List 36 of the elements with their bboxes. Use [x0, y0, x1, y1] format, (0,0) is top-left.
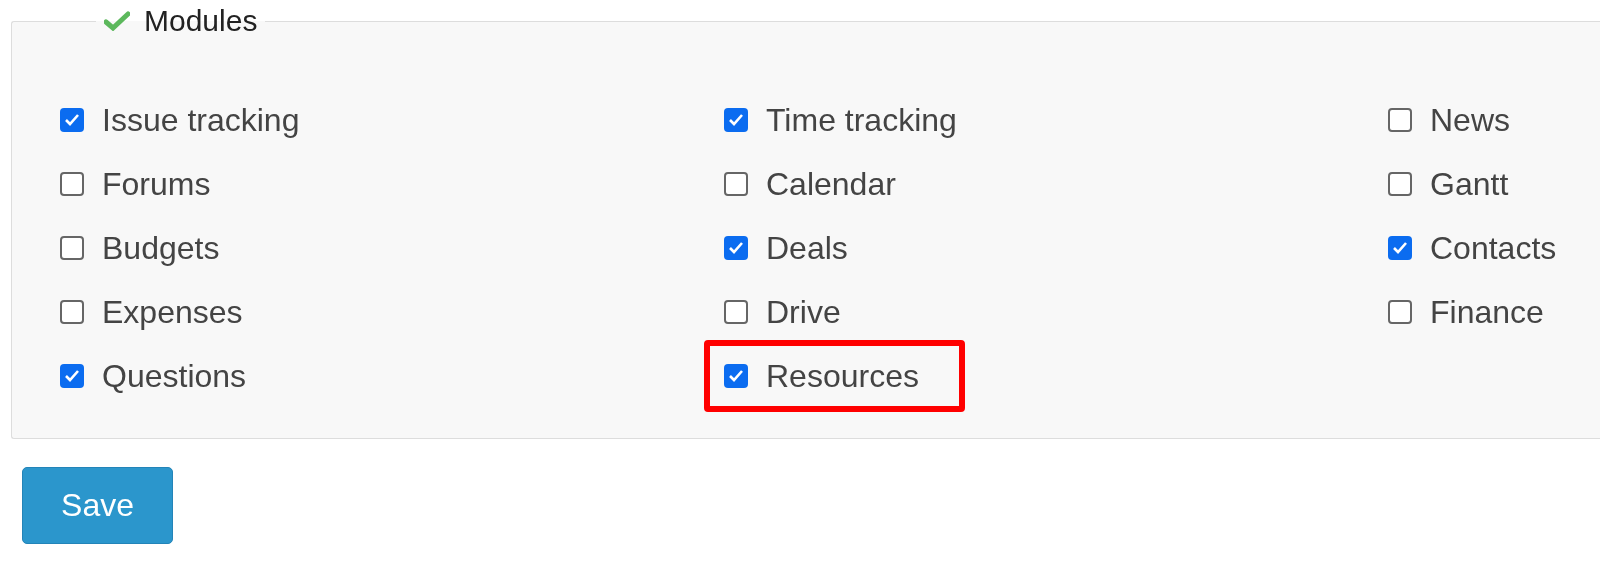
checkbox-label[interactable]: Expenses [102, 293, 243, 331]
checkbox[interactable] [60, 172, 84, 196]
checkbox-label[interactable]: News [1430, 101, 1510, 139]
checkbox[interactable] [1388, 236, 1412, 260]
checkmark-icon [104, 11, 130, 31]
checkbox[interactable] [724, 300, 748, 324]
checkbox[interactable] [60, 364, 84, 388]
checkmark-icon [64, 113, 80, 127]
checkbox[interactable] [724, 236, 748, 260]
checkbox-label[interactable]: Time tracking [766, 101, 957, 139]
checkbox-label[interactable]: Gantt [1430, 165, 1509, 203]
checkmark-icon [1392, 241, 1408, 255]
checkmark-icon [728, 241, 744, 255]
checkbox-label[interactable]: Resources [766, 357, 919, 395]
checkbox[interactable] [724, 172, 748, 196]
checkbox-label[interactable]: Calendar [766, 165, 896, 203]
checkbox[interactable] [1388, 300, 1412, 324]
checkbox-label[interactable]: Forums [102, 165, 211, 203]
checkbox-label[interactable]: Questions [102, 357, 247, 395]
checkbox[interactable] [60, 300, 84, 324]
checkbox[interactable] [60, 236, 84, 260]
checkbox-label[interactable]: Deals [766, 229, 848, 267]
checkbox-label[interactable]: Budgets [102, 229, 220, 267]
checkbox-label[interactable]: Finance [1430, 293, 1544, 331]
checkbox[interactable] [724, 364, 748, 388]
checkbox-label[interactable]: Issue tracking [102, 101, 300, 139]
checkmark-icon [64, 369, 80, 383]
checkmark-icon [728, 113, 744, 127]
checkbox[interactable] [60, 108, 84, 132]
checkbox[interactable] [1388, 172, 1412, 196]
checkbox[interactable] [724, 108, 748, 132]
checkbox-label[interactable]: Drive [766, 293, 841, 331]
checkbox[interactable] [1388, 108, 1412, 132]
checkbox-label[interactable]: Contacts [1430, 229, 1557, 267]
panel-title: Modules [144, 4, 258, 38]
checkmark-icon [728, 369, 744, 383]
